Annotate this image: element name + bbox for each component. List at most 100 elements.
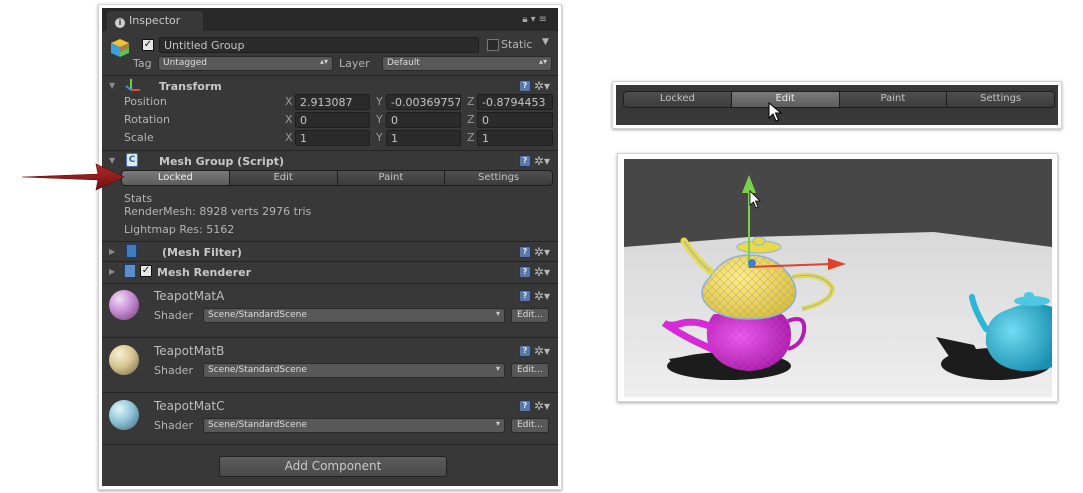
component-tools: ? ✲▾ <box>518 344 550 358</box>
tab-label: Inspector <box>129 14 181 27</box>
static-dropdown-arrow[interactable]: ▼ <box>542 37 549 47</box>
mesh-filter-icon <box>126 244 137 258</box>
scale-y-field[interactable]: 1 <box>386 130 461 146</box>
inspector-panel: i Inspector 🔒︎▾≡ ✓ Untitled Group Static … <box>102 8 558 486</box>
chevron-down-icon: ▾ <box>495 364 500 373</box>
help-icon[interactable]: ? <box>518 266 531 278</box>
scale-x-field[interactable]: 1 <box>295 130 370 146</box>
transform-header[interactable]: ▼ Transform ? ✲▾ <box>102 76 558 95</box>
shader-dropdown[interactable]: Scene/StandardScene ▾ <box>203 308 505 323</box>
mesh-renderer-checkbox[interactable]: ✓ <box>140 265 152 277</box>
scene-viewport[interactable] <box>624 159 1052 397</box>
foldout-icon[interactable]: ▼ <box>109 81 115 90</box>
red-arrow-icon <box>22 163 125 191</box>
static-checkbox[interactable] <box>487 39 499 51</box>
mode-button-edit[interactable]: Edit <box>731 92 840 107</box>
add-component-button[interactable]: Add Component <box>219 456 447 477</box>
mode-button-locked[interactable]: Locked <box>624 92 732 107</box>
mouse-cursor-icon <box>768 102 782 122</box>
material-edit-button[interactable]: Edit... <box>511 308 549 323</box>
foldout-icon[interactable]: ▶ <box>109 247 115 256</box>
material-preview <box>109 400 139 430</box>
layer-value: Default <box>387 58 420 68</box>
component-tools: ? ✲▾ <box>518 399 550 413</box>
position-label: Position <box>124 95 167 108</box>
gear-icon[interactable]: ✲▾ <box>534 79 550 93</box>
gear-icon[interactable]: ✲▾ <box>534 154 550 168</box>
mode-button-paint[interactable]: Paint <box>839 92 948 107</box>
shader-dropdown[interactable]: Scene/StandardScene ▾ <box>203 418 505 433</box>
help-icon[interactable]: ? <box>518 80 531 92</box>
shader-label: Shader <box>154 419 193 432</box>
scene-view-screenshot <box>617 153 1058 402</box>
scale-z-field[interactable]: 1 <box>477 130 553 146</box>
position-x-field[interactable]: 2.913087 <box>295 94 370 110</box>
shader-dropdown[interactable]: Scene/StandardScene ▾ <box>203 363 505 378</box>
separator <box>102 392 558 393</box>
mode-toolbar: Locked Edit Paint Settings <box>623 91 1055 108</box>
gear-icon[interactable]: ✲▾ <box>534 344 550 358</box>
tab-inspector[interactable]: i Inspector <box>107 11 203 31</box>
material-edit-button[interactable]: Edit... <box>511 363 549 378</box>
mesh-renderer-icon <box>124 264 136 278</box>
axis-z-label: Z <box>467 95 475 108</box>
gear-icon[interactable]: ✲▾ <box>534 399 550 413</box>
shader-label: Shader <box>154 364 193 377</box>
shader-value: Scene/StandardScene <box>208 310 307 320</box>
rotation-x-field[interactable]: 0 <box>295 112 370 128</box>
layer-dropdown[interactable]: Default ▴▾ <box>382 56 552 71</box>
help-icon[interactable]: ? <box>518 155 531 167</box>
chevron-down-icon: ▾ <box>495 419 500 428</box>
rotation-label: Rotation <box>124 113 171 126</box>
inspector-tabbar: i Inspector 🔒︎▾≡ <box>102 8 558 31</box>
mode-button-settings[interactable]: Settings <box>445 171 552 185</box>
active-checkbox[interactable]: ✓ <box>142 39 154 51</box>
tag-value: Untagged <box>163 58 208 68</box>
mode-button-edit[interactable]: Edit <box>229 171 338 185</box>
tab-options: 🔒︎▾≡ <box>522 14 550 25</box>
rotation-y-field[interactable]: 0 <box>386 112 461 128</box>
material-edit-button[interactable]: Edit... <box>511 418 549 433</box>
menu-icon[interactable]: ▾≡ <box>531 14 550 25</box>
component-tools: ? ✲▾ <box>518 79 550 93</box>
chevron-down-icon: ▴▾ <box>319 57 328 66</box>
transform-title: Transform <box>159 80 222 93</box>
shader-value: Scene/StandardScene <box>208 420 307 430</box>
lightmap-res-stats: Lightmap Res: 5162 <box>124 223 235 236</box>
gameobject-name-field[interactable]: Untitled Group <box>159 37 479 53</box>
mode-button-paint[interactable]: Paint <box>337 171 446 185</box>
rotation-z-field[interactable]: 0 <box>477 112 553 128</box>
mode-button-locked[interactable]: Locked <box>122 171 230 185</box>
component-tools: ? ✲▾ <box>518 245 550 259</box>
gear-icon[interactable]: ✲▾ <box>534 289 550 303</box>
info-icon: i <box>115 18 125 28</box>
static-label: Static <box>501 38 533 51</box>
gear-icon[interactable]: ✲▾ <box>534 245 550 259</box>
render-mesh-stats: RenderMesh: 8928 verts 2976 tris <box>124 205 312 218</box>
material-name: TeapotMatA <box>154 289 225 303</box>
help-icon[interactable]: ? <box>518 246 531 258</box>
mesh-renderer-header[interactable]: ▶ ✓ Mesh Renderer ? ✲▾ <box>102 262 558 281</box>
help-icon[interactable]: ? <box>518 290 531 302</box>
axis-x-label: X <box>285 131 293 144</box>
foldout-icon[interactable]: ▶ <box>109 267 115 276</box>
axis-z-label: Z <box>467 113 475 126</box>
mesh-group-header[interactable]: ▼ C Mesh Group (Script) ? ✲▾ <box>102 151 558 170</box>
scale-label: Scale <box>124 131 154 144</box>
script-icon: C <box>126 153 138 167</box>
tag-dropdown[interactable]: Untagged ▴▾ <box>158 56 333 71</box>
mode-toolbar-panel: Locked Edit Paint Settings <box>616 85 1058 125</box>
mesh-filter-header[interactable]: ▶ (Mesh Filter) ? ✲▾ <box>102 242 558 261</box>
shader-value: Scene/StandardScene <box>208 365 307 375</box>
stats-heading: Stats <box>124 192 153 205</box>
help-icon[interactable]: ? <box>518 400 531 412</box>
position-z-field[interactable]: -0.8794453 <box>477 94 553 110</box>
axis-x-label: X <box>285 95 293 108</box>
position-y-field[interactable]: -0.00369757 <box>386 94 461 110</box>
help-icon[interactable]: ? <box>518 345 531 357</box>
lock-icon[interactable]: 🔒︎ <box>522 14 530 25</box>
layer-label: Layer <box>339 57 370 70</box>
mode-toolbar-screenshot: Locked Edit Paint Settings <box>612 81 1062 129</box>
gear-icon[interactable]: ✲▾ <box>534 265 550 279</box>
mode-button-settings[interactable]: Settings <box>947 92 1054 107</box>
